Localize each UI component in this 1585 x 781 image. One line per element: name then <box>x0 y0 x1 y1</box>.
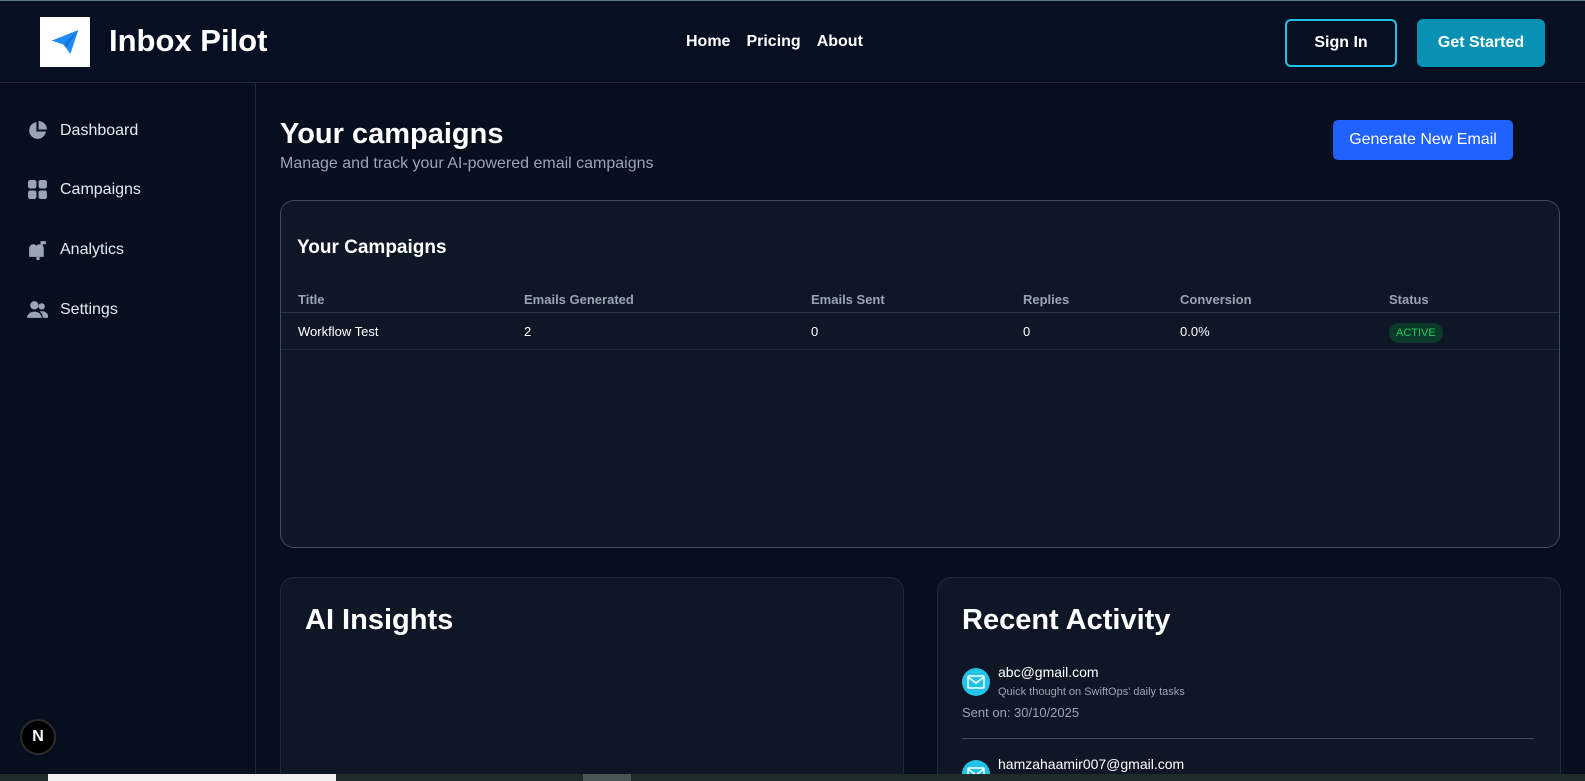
paper-plane-icon <box>51 30 79 54</box>
recent-activity-title: Recent Activity <box>962 604 1171 636</box>
table-row[interactable]: Workflow Test 2 0 0 0.0% ACTIVE <box>281 314 1559 350</box>
taskbar-app-tile[interactable] <box>583 774 631 781</box>
activity-subject: Quick thought on SwiftOps' daily tasks <box>998 686 1185 698</box>
col-conversion: Conversion <box>1180 292 1252 307</box>
mailbox-icon <box>29 241 46 260</box>
col-title: Title <box>298 292 325 307</box>
nav-about-link[interactable]: About <box>817 33 863 51</box>
top-navbar: Inbox Pilot Home Pricing About Sign In G… <box>0 0 1585 83</box>
sidebar-item-label: Dashboard <box>60 121 139 139</box>
activity-sent-date: Sent on: 30/10/2025 <box>962 705 1080 720</box>
cell-status: ACTIVE <box>1389 314 1443 350</box>
cell-replies: 0 <box>1023 324 1031 339</box>
sidebar-item-label: Analytics <box>60 240 125 258</box>
get-started-button[interactable]: Get Started <box>1417 19 1545 67</box>
nav-home-link[interactable]: Home <box>686 33 730 51</box>
sidebar-item-dashboard[interactable]: Dashboard <box>27 120 138 141</box>
cell-generated: 2 <box>524 324 532 339</box>
sidebar-item-label: Settings <box>60 300 118 318</box>
cell-sent: 0 <box>811 324 819 339</box>
col-replies: Replies <box>1023 292 1070 307</box>
cell-conversion: 0.0% <box>1180 324 1210 339</box>
col-emails-sent: Emails Sent <box>811 292 885 307</box>
next-dev-badge[interactable]: N <box>20 719 56 755</box>
page-subtitle: Manage and track your AI-powered email c… <box>280 155 654 172</box>
logo[interactable] <box>40 17 90 67</box>
ai-insights-title: AI Insights <box>305 604 454 636</box>
sidebar-item-label: Campaigns <box>60 180 141 198</box>
campaigns-card-title: Your Campaigns <box>297 237 447 258</box>
mail-icon <box>962 668 990 696</box>
activity-email: hamzahaamir007@gmail.com <box>998 756 1185 772</box>
users-icon <box>27 301 48 318</box>
grid-icon <box>28 180 47 199</box>
campaigns-card: Your Campaigns Title Emails Generated Em… <box>280 200 1560 548</box>
sign-in-button[interactable]: Sign In <box>1285 19 1397 67</box>
sidebar-item-settings[interactable]: Settings <box>27 299 118 320</box>
brand-name[interactable]: Inbox Pilot <box>109 23 267 59</box>
col-emails-generated: Emails Generated <box>524 292 634 307</box>
activity-divider <box>962 738 1534 739</box>
col-status: Status <box>1389 292 1429 307</box>
generate-new-email-button[interactable]: Generate New Email <box>1333 120 1513 160</box>
taskbar-edge <box>0 774 1585 781</box>
sidebar-item-campaigns[interactable]: Campaigns <box>27 179 141 200</box>
taskbar-search-box[interactable] <box>48 774 336 781</box>
recent-activity-card: Recent Activity abc@gmail.com Quick thou… <box>937 577 1561 781</box>
sidebar: Dashboard Campaigns Analytics Settings <box>0 83 256 781</box>
pie-chart-icon <box>29 121 47 139</box>
main-nav: Home Pricing About <box>686 33 863 51</box>
table-header: Title Emails Generated Emails Sent Repli… <box>281 289 1559 313</box>
activity-email: abc@gmail.com <box>998 664 1099 680</box>
sidebar-item-analytics[interactable]: Analytics <box>27 239 124 260</box>
nav-pricing-link[interactable]: Pricing <box>746 33 800 51</box>
cell-title: Workflow Test <box>298 324 379 339</box>
ai-insights-card: AI Insights <box>280 577 904 781</box>
page-title: Your campaigns <box>280 118 504 150</box>
status-badge: ACTIVE <box>1389 323 1443 343</box>
